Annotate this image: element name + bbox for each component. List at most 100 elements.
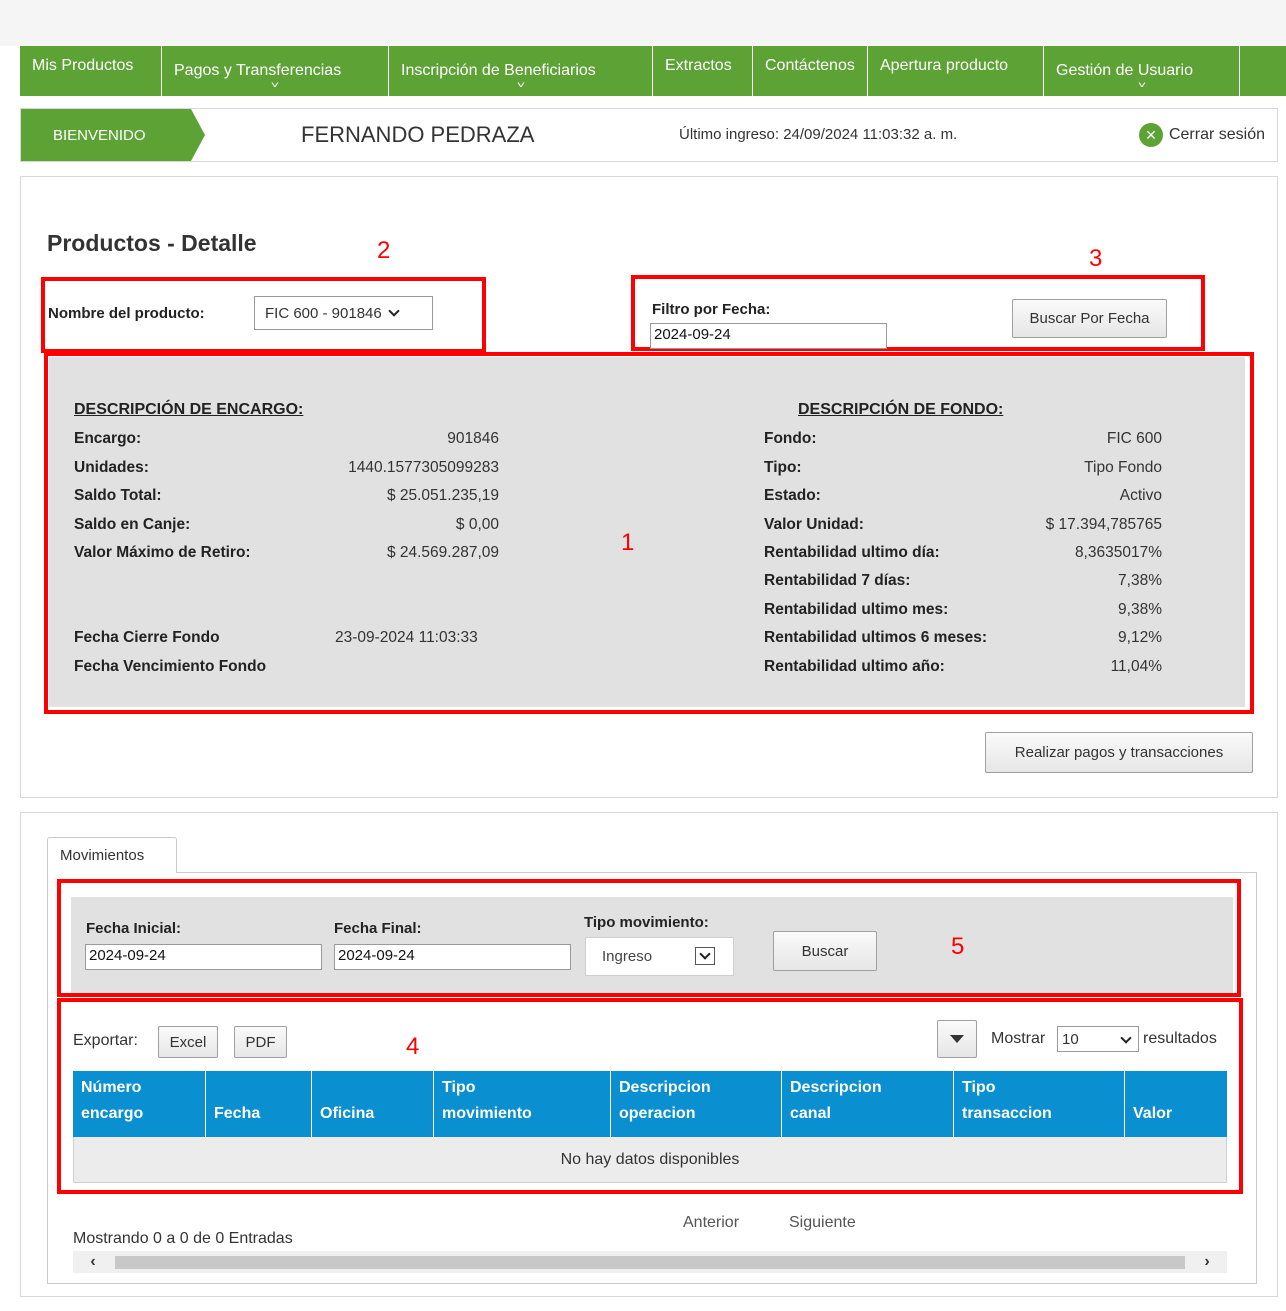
chevron-down-icon: ˅ — [1137, 80, 1146, 90]
pay-transactions-button[interactable]: Realizar pagos y transacciones — [985, 732, 1253, 773]
date-filter-input[interactable]: 2024-09-24 — [650, 323, 887, 349]
top-strip — [0, 0, 1286, 46]
fondo-row-value: 9,38% — [1118, 601, 1162, 618]
fondo-row-value: 8,3635017% — [1074, 544, 1162, 561]
close-circle-icon: ✕ — [1138, 123, 1163, 147]
nav-label: Extractos — [665, 57, 732, 74]
fondo-row-value: Activo — [1119, 487, 1162, 504]
showing-entries: Mostrando 0 a 0 de 0 Entradas — [73, 1230, 293, 1247]
nav-item-gestion-usuario[interactable]: Gestión de Usuario ˅ — [1044, 46, 1240, 96]
column-header-tipo-transaccion[interactable]: Tipo transaccion — [954, 1071, 1125, 1137]
logout-button[interactable]: ✕ Cerrar sesión — [1138, 123, 1265, 147]
fondo-row-value: Tipo Fondo — [1084, 459, 1162, 476]
tab-movimientos[interactable]: Movimientos — [47, 837, 177, 873]
annotation-number: 2 — [377, 237, 391, 264]
page-size-select[interactable]: 10 — [1057, 1026, 1139, 1052]
welcome-bar: BIENVENIDO FERNANDO PEDRAZA Último ingre… — [20, 108, 1278, 162]
encargo-row-value: 1440.1577305099283 — [348, 459, 499, 476]
annotation-number: 5 — [951, 933, 965, 960]
next-page-link[interactable]: Siguiente — [789, 1214, 856, 1232]
empty-table-message: No hay datos disponibles — [73, 1137, 1227, 1183]
horizontal-scrollbar[interactable]: ‹ › — [73, 1251, 1227, 1273]
page-size-value: 10 — [1062, 1030, 1079, 1048]
welcome-badge-arrow — [191, 109, 205, 161]
fecha-final-label: Fecha Final: — [334, 920, 422, 937]
fondo-section-title: DESCRIPCIÓN DE FONDO: — [798, 401, 1004, 418]
encargo-row-value: $ 0,00 — [455, 516, 499, 533]
search-by-date-button[interactable]: Buscar Por Fecha — [1012, 299, 1167, 338]
prev-page-link[interactable]: Anterior — [683, 1214, 739, 1232]
encargo-row-value: $ 24.569.287,09 — [386, 544, 499, 561]
nav-label: Mis Productos — [32, 57, 134, 74]
fecha-final-input[interactable]: 2024-09-24 — [334, 944, 571, 970]
export-pdf-button[interactable]: PDF — [234, 1026, 287, 1058]
column-header-oficina[interactable]: Oficina — [312, 1071, 434, 1137]
column-header-fecha[interactable]: Fecha — [206, 1071, 312, 1137]
annotation-number: 1 — [621, 529, 635, 556]
fondo-row-label: Rentabilidad ultimo año: — [764, 658, 945, 675]
nav-label: Apertura producto — [880, 57, 1009, 74]
product-select-value: FIC 600 - 901846 — [265, 304, 382, 322]
chevron-down-icon: ˅ — [516, 80, 525, 90]
scroll-left-icon[interactable]: ‹ — [73, 1251, 113, 1273]
chevron-down-icon: ˅ — [270, 80, 280, 90]
nav-label: Contáctenos — [765, 57, 855, 74]
product-label: Nombre del producto: — [48, 305, 205, 322]
chevron-down-icon — [1120, 1032, 1132, 1044]
nav-item-pagos-transferencias[interactable]: Pagos y Transferencias ˅ — [162, 46, 389, 96]
chevron-down-icon — [388, 305, 400, 317]
main-nav: Mis Productos Pagos y Transferencias ˅ I… — [20, 46, 1286, 96]
fondo-row-label: Rentabilidad ultimos 6 meses: — [764, 629, 988, 646]
fondo-row-label: Tipo: — [764, 459, 802, 476]
user-name: FERNANDO PEDRAZA — [301, 122, 535, 147]
tipo-movimiento-select[interactable]: Ingreso — [585, 937, 734, 976]
column-header-numero-encargo[interactable]: Número encargo — [73, 1071, 206, 1137]
encargo-row-value: 901846 — [447, 430, 499, 447]
column-header-descripcion-canal[interactable]: Descripcion canal — [782, 1071, 954, 1137]
scroll-thumb[interactable] — [115, 1256, 1185, 1269]
fecha-inicial-input[interactable]: 2024-09-24 — [85, 944, 322, 970]
nav-label: Gestión de Usuario — [1056, 62, 1193, 79]
movements-panel: Movimientos 5 Fecha Inicial: 2024-09-24 … — [20, 812, 1278, 1297]
last-login: Último ingreso: 24/09/2024 11:03:32 a. m… — [679, 126, 958, 143]
show-label: Mostrar — [991, 1030, 1046, 1047]
tipo-movimiento-value: Ingreso — [602, 948, 653, 965]
filter-button[interactable] — [937, 1020, 977, 1058]
page-title: Productos - Detalle — [47, 230, 257, 256]
nav-item-contactenos[interactable]: Contáctenos — [753, 46, 868, 96]
encargo-row-label: Saldo en Canje: — [74, 516, 191, 533]
fecha-vencimiento-label: Fecha Vencimiento Fondo — [74, 658, 267, 675]
table-header: Número encargo Fecha Oficina Tipo movimien… — [73, 1071, 1227, 1137]
fecha-cierre-value: 23-09-2024 11:03:33 — [335, 629, 478, 646]
annotation-number: 4 — [406, 1033, 420, 1060]
encargo-row-label: Valor Máximo de Retiro: — [74, 544, 251, 561]
fondo-row-value: 11,04% — [1110, 658, 1162, 675]
fondo-row-label: Rentabilidad ultimo mes: — [764, 601, 949, 618]
fondo-row-value: 9,12% — [1118, 629, 1162, 646]
column-header-tipo-movimiento[interactable]: Tipo movimiento — [434, 1071, 611, 1137]
fondo-row-label: Estado: — [764, 487, 821, 504]
column-header-valor[interactable]: Valor — [1125, 1071, 1227, 1137]
fecha-cierre-label: Fecha Cierre Fondo — [74, 629, 220, 646]
nav-item-mis-productos[interactable]: Mis Productos — [20, 46, 162, 96]
product-select[interactable]: FIC 600 - 901846 — [254, 296, 433, 330]
nav-item-apertura-producto[interactable]: Apertura producto — [868, 46, 1044, 96]
chevron-down-icon — [695, 947, 715, 965]
nav-item-extractos[interactable]: Extractos — [653, 46, 753, 96]
buscar-button[interactable]: Buscar — [773, 931, 877, 971]
annotation-number: 3 — [1089, 245, 1103, 272]
tipo-movimiento-label: Tipo movimiento: — [584, 914, 709, 931]
nav-item-inscripcion-beneficiarios[interactable]: Inscripción de Beneficiarios ˅ — [389, 46, 653, 96]
product-detail-panel: Productos - Detalle 2 Nombre del product… — [20, 176, 1278, 798]
nav-label: Pagos y Transferencias — [174, 62, 342, 79]
column-header-descripcion-operacion[interactable]: Descripcion operacion — [611, 1071, 782, 1137]
fondo-row-value: $ 17.394,785765 — [1045, 516, 1162, 533]
fondo-row-value: FIC 600 — [1106, 430, 1162, 447]
results-label: resultados — [1143, 1030, 1217, 1047]
fondo-row-label: Valor Unidad: — [764, 516, 864, 533]
encargo-row-label: Unidades: — [74, 459, 149, 476]
welcome-badge: BIENVENIDO — [21, 109, 191, 161]
scroll-right-icon[interactable]: › — [1187, 1251, 1227, 1273]
export-excel-button[interactable]: Excel — [158, 1026, 218, 1058]
export-label: Exportar: — [73, 1032, 138, 1049]
